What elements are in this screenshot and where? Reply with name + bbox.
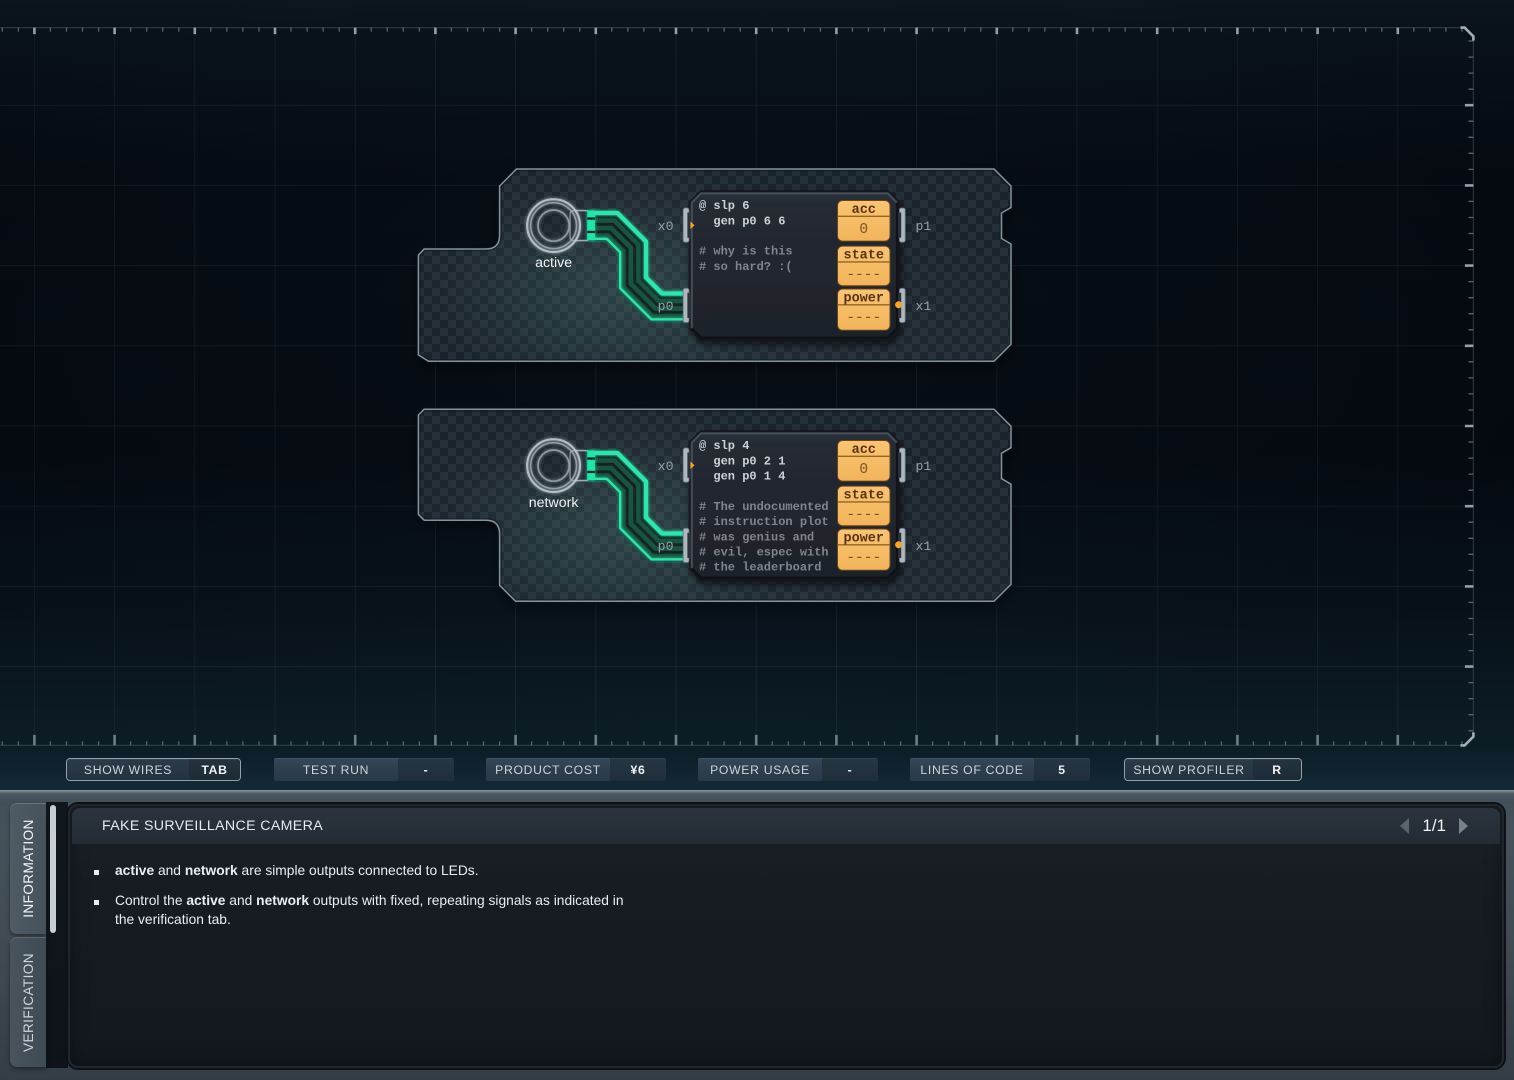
svg-text:----: ---- xyxy=(846,310,881,326)
svg-text:----: ---- xyxy=(846,267,881,283)
svg-text:# evil, espec with: # evil, espec with xyxy=(699,546,829,560)
svg-text:power: power xyxy=(843,531,884,546)
svg-text:x0: x0 xyxy=(658,459,674,474)
svg-text:# the leaderboard: # the leaderboard xyxy=(699,561,821,575)
svg-text:x1: x1 xyxy=(916,539,932,554)
svg-text:active: active xyxy=(535,255,572,271)
svg-text:x1: x1 xyxy=(916,299,932,314)
svg-text:# The undocumented: # The undocumented xyxy=(699,500,829,514)
svg-text:# instruction plot: # instruction plot xyxy=(699,515,829,529)
svg-text:----: ---- xyxy=(846,507,881,523)
svg-text:power: power xyxy=(843,291,884,306)
svg-text:state: state xyxy=(843,248,884,263)
svg-text:gen p0 6 6: gen p0 6 6 xyxy=(699,214,785,228)
svg-text:0: 0 xyxy=(859,222,868,238)
svg-text:p0: p0 xyxy=(658,539,674,554)
svg-text:# so hard? :(: # so hard? :( xyxy=(699,260,793,274)
svg-text:p0: p0 xyxy=(658,299,674,314)
svg-text:gen p0 2 1: gen p0 2 1 xyxy=(699,454,785,468)
svg-text:@ slp 6: @ slp 6 xyxy=(699,199,749,213)
svg-text:acc: acc xyxy=(852,443,876,458)
svg-text:state: state xyxy=(843,488,884,503)
svg-text:@ slp 4: @ slp 4 xyxy=(699,439,749,453)
svg-text:----: ---- xyxy=(846,550,881,566)
svg-text:x0: x0 xyxy=(658,219,674,234)
svg-text:network: network xyxy=(529,495,580,511)
svg-text:p1: p1 xyxy=(916,459,932,474)
svg-text:# was genius and: # was genius and xyxy=(699,530,814,544)
svg-text:# why is this: # why is this xyxy=(699,245,793,259)
svg-text:p1: p1 xyxy=(916,219,932,234)
svg-text:0: 0 xyxy=(859,462,868,478)
svg-text:acc: acc xyxy=(852,203,876,218)
svg-text:gen p0 1 4: gen p0 1 4 xyxy=(699,470,785,484)
